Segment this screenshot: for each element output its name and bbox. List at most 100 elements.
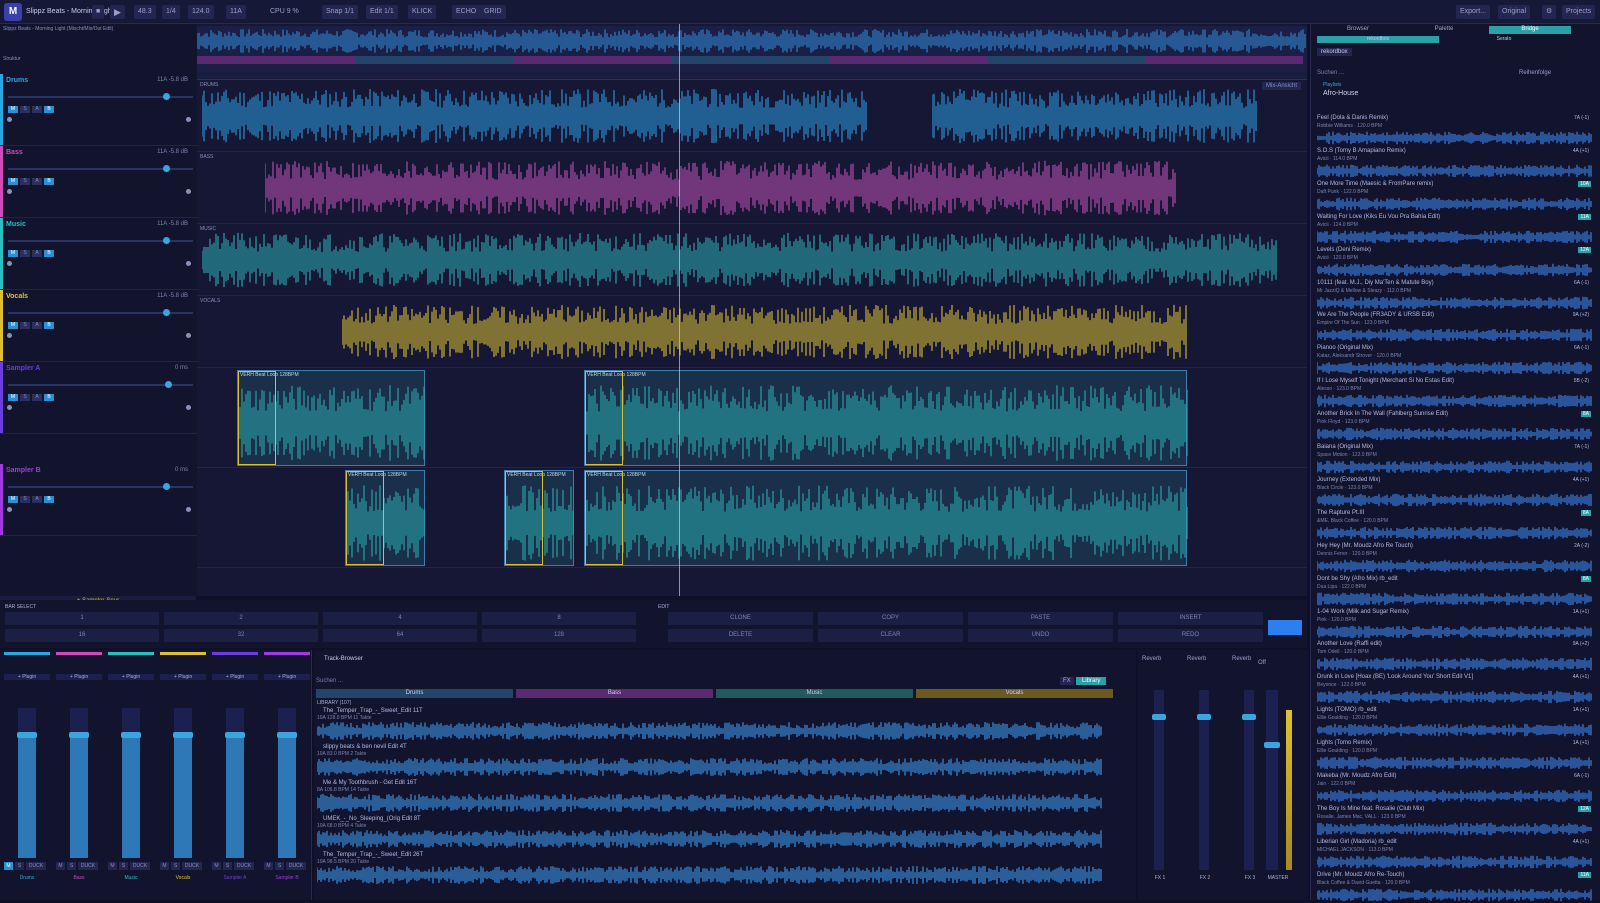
plugin-slot[interactable]: + Plugin <box>56 674 102 680</box>
bar-select-button[interactable]: 4 <box>323 612 477 625</box>
audio-waveform[interactable] <box>202 84 867 148</box>
track-toggle-button[interactable]: M <box>8 322 18 329</box>
channel-fader[interactable] <box>225 708 245 858</box>
bar-select-button[interactable]: 128 <box>482 629 636 642</box>
track-header[interactable]: Bass 11A -5.8 dB M S A B <box>0 146 200 218</box>
browser-track-item[interactable]: slippy beats & ben nevil Edit 4T 10A 83.0… <box>317 744 1107 778</box>
fader-cap[interactable] <box>173 732 193 738</box>
fx-fader[interactable] <box>1242 690 1256 870</box>
sidebar-tab[interactable]: Palette <box>1403 26 1485 34</box>
edit-button[interactable]: PASTE <box>968 612 1113 625</box>
playlist-song[interactable]: Makeba (Mr. Moudz Afro Edit) Jain · 122.0… <box>1317 772 1593 804</box>
playlist-song[interactable]: Lights (TOMO) rb_edit Ellie Goulding · 12… <box>1317 706 1593 738</box>
sampler-clip[interactable]: VERH Beat Loop 128BPM <box>584 470 1188 566</box>
volume-fader[interactable] <box>8 381 193 388</box>
fx-fader-cap[interactable] <box>1197 714 1211 720</box>
edit-button[interactable]: REDO <box>1118 629 1263 642</box>
track-lane[interactable]: VOCALS <box>197 296 1307 368</box>
play-button[interactable]: ▶ <box>110 5 125 19</box>
strip-toggle-button[interactable]: M <box>264 862 273 870</box>
pan-knob[interactable] <box>7 507 12 512</box>
track-lane[interactable]: BASS <box>197 152 1307 224</box>
fader-knob[interactable] <box>163 237 171 244</box>
send-knob[interactable] <box>186 261 191 266</box>
playlist-name[interactable]: Afro-House <box>1323 90 1358 97</box>
bar-select-button[interactable]: 32 <box>164 629 318 642</box>
klick-button[interactable]: KLICK <box>408 5 437 19</box>
playlist-song[interactable]: Drive (Mr. Moudz Afro Re-Touch) Black Cof… <box>1317 871 1593 903</box>
track-toggle-button[interactable]: S <box>20 250 30 257</box>
structure-overview[interactable] <box>197 26 1307 72</box>
playlist-song[interactable]: Dont be Shy (Afro Mix) rb_edit Dua Lipa ·… <box>1317 575 1593 607</box>
fader-knob[interactable] <box>165 381 173 388</box>
track-toggle-button[interactable]: M <box>8 496 18 503</box>
playlist-song[interactable]: We Are The People (FR3ADY & URSB Edit) Em… <box>1317 311 1593 343</box>
browser-category-tab[interactable]: Bass <box>516 689 713 698</box>
send-knob[interactable] <box>186 117 191 122</box>
plugin-slot[interactable]: + Plugin <box>108 674 154 680</box>
plugin-slot[interactable]: + Plugin <box>160 674 206 680</box>
sidebar-subtab[interactable]: rekordbox <box>1317 36 1439 43</box>
track-toggle-button[interactable]: A <box>32 106 42 113</box>
fader-cap[interactable] <box>121 732 141 738</box>
master-fader-cap[interactable] <box>1264 742 1280 748</box>
volume-fader[interactable] <box>8 309 193 316</box>
bar-select-button[interactable]: 8 <box>482 612 636 625</box>
tempo-display[interactable]: 124.0 <box>188 5 214 19</box>
rekordbox-source[interactable]: rekordbox <box>1317 48 1352 56</box>
duck-button[interactable]: DUCK <box>182 862 202 870</box>
bar-select-button[interactable]: 16 <box>5 629 159 642</box>
track-toggle-button[interactable]: S <box>20 106 30 113</box>
track-toggle-button[interactable]: S <box>20 496 30 503</box>
track-header[interactable]: Drums 11A -5.8 dB M S A B <box>0 74 200 146</box>
sidebar-tab[interactable]: Browser <box>1317 26 1399 34</box>
browser-track-item[interactable]: The_Temper_Trap_-_Sweet_Edit 11T 10A 128.… <box>317 708 1107 742</box>
track-toggle-button[interactable]: B <box>44 106 54 113</box>
sidebar-tab[interactable]: Bridge <box>1489 26 1571 34</box>
key-display[interactable]: 11A <box>226 5 246 19</box>
track-lane[interactable]: DRUMS <box>197 80 1307 152</box>
strip-toggle-button[interactable]: M <box>108 862 117 870</box>
volume-fader[interactable] <box>8 93 193 100</box>
track-header[interactable]: Vocals 11A -5.8 dB M S A B <box>0 290 200 362</box>
strip-toggle-button[interactable]: S <box>119 862 128 870</box>
strip-toggle-button[interactable]: S <box>15 862 24 870</box>
original-button[interactable]: Original <box>1498 5 1531 19</box>
fx-select[interactable]: Reverb <box>1140 655 1180 663</box>
playlist-song[interactable]: Liberian Girl (Madoria) rb_edit MICHAEL J… <box>1317 838 1593 870</box>
strip-toggle-button[interactable]: S <box>223 862 232 870</box>
fx-fader[interactable] <box>1152 690 1166 870</box>
edit-button[interactable]: CLEAR <box>818 629 963 642</box>
grid-button[interactable]: GRID <box>480 5 506 19</box>
plugin-slot[interactable]: + Plugin <box>212 674 258 680</box>
browser-category-tab[interactable]: Vocals <box>916 689 1113 698</box>
cue-marker[interactable] <box>585 371 623 465</box>
timeline-ruler[interactable] <box>197 72 1307 80</box>
track-toggle-button[interactable]: B <box>44 178 54 185</box>
pan-knob[interactable] <box>7 117 12 122</box>
track-browser-search[interactable]: Suchen ... <box>316 678 1056 688</box>
pan-knob[interactable] <box>7 405 12 410</box>
sampler-clip[interactable]: VERH Beat Loop 128BPM <box>345 470 425 566</box>
cue-marker[interactable] <box>238 371 276 465</box>
edit-button[interactable]: CLONE <box>668 612 813 625</box>
fx-button[interactable]: FX <box>1060 677 1074 685</box>
track-toggle-button[interactable]: A <box>32 394 42 401</box>
playlist-song[interactable]: If I Lose Myself Tonight (Merchant Si No… <box>1317 377 1593 409</box>
plugin-slot[interactable]: + Plugin <box>264 674 310 680</box>
track-toggle-button[interactable]: S <box>20 322 30 329</box>
playlist-song[interactable]: 1-04 Work (Milk and Sugar Remix) Pink · 1… <box>1317 608 1593 640</box>
track-toggle-button[interactable]: A <box>32 496 42 503</box>
pan-knob[interactable] <box>7 189 12 194</box>
send-knob[interactable] <box>186 507 191 512</box>
beat-display[interactable]: 1/4 <box>162 5 180 19</box>
playlist-song[interactable]: Another Brick In The Wall (Fahlberg Sunr… <box>1317 410 1593 442</box>
master-mode-select[interactable]: Off <box>1258 660 1266 666</box>
audio-waveform[interactable] <box>932 84 1257 148</box>
playlist-song[interactable]: Journey (Extended Mix) Black Circle · 123… <box>1317 476 1593 508</box>
track-toggle-button[interactable]: A <box>32 178 42 185</box>
playlist-song[interactable]: Baiana (Original Mix) Space Motion · 122.… <box>1317 443 1593 475</box>
track-header[interactable]: Sampler B 0 ms M S A B <box>0 464 200 536</box>
plugin-slot[interactable]: + Plugin <box>4 674 50 680</box>
playhead[interactable] <box>679 24 680 596</box>
